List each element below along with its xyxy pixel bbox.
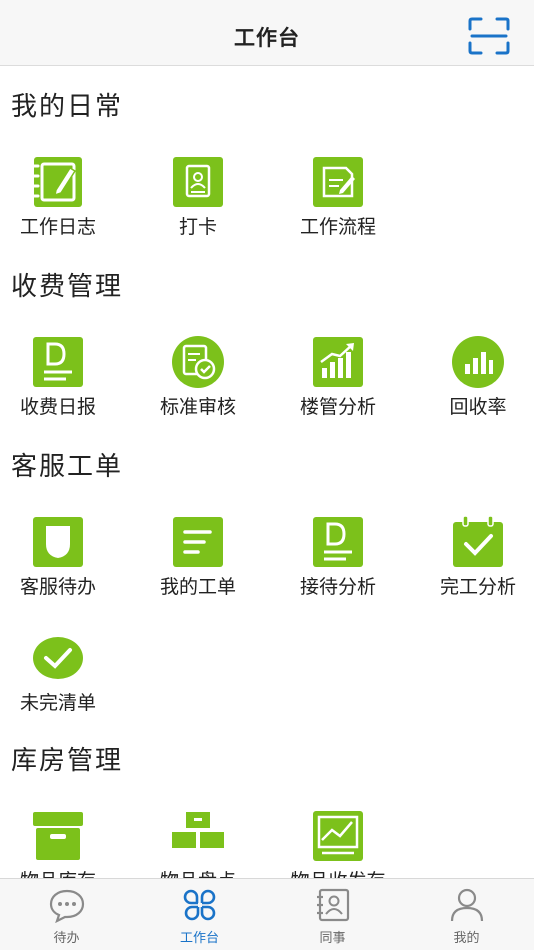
tab-label: 工作台 xyxy=(179,931,219,946)
tile-workflow[interactable]: 工作流程 xyxy=(286,154,386,254)
stacked-boxes-icon xyxy=(172,812,224,848)
tile-reception-analysis[interactable]: 接待分析 xyxy=(286,514,386,614)
tile-label: 客服待办 xyxy=(19,576,96,598)
journal-icon xyxy=(30,157,82,207)
tile-completion-analysis[interactable]: 完工分析 xyxy=(426,514,526,614)
person-icon xyxy=(450,888,484,922)
tile-recovery-rate[interactable]: 回收率 xyxy=(426,334,526,434)
tile-unfinished-list[interactable]: 未完清单 xyxy=(6,630,106,730)
tile-service-todo[interactable]: 客服待办 xyxy=(6,514,106,614)
tile-label: 未完清单 xyxy=(19,692,96,714)
badge-card-icon xyxy=(173,157,223,207)
tile-label: 我的工单 xyxy=(159,576,236,598)
tile-label: 物品收发存 xyxy=(276,866,400,878)
tab-todo[interactable]: 待办 xyxy=(0,879,133,950)
tab-workbench[interactable]: 工作台 xyxy=(133,879,266,950)
tab-label: 同事 xyxy=(319,931,346,946)
section-title-daily: 我的日常 xyxy=(11,92,124,122)
section-title-warehouse: 库房管理 xyxy=(11,746,124,776)
tile-label: 完工分析 xyxy=(439,576,516,598)
calendar-check-icon xyxy=(453,515,503,567)
tile-label: 工作流程 xyxy=(299,216,376,238)
storage-box-icon xyxy=(33,812,83,860)
tile-item-flow[interactable]: 物品收发存 xyxy=(286,808,386,878)
chat-bubble-icon xyxy=(49,889,85,923)
tile-label: 标准审核 xyxy=(159,396,236,418)
section-title-billing: 收费管理 xyxy=(11,272,124,302)
daily-report-icon xyxy=(33,337,83,387)
tile-label: 物品盘点 xyxy=(136,866,260,878)
tile-building-analysis[interactable]: 楼管分析 xyxy=(286,334,386,434)
tile-item-inventory[interactable]: 物品库存 xyxy=(6,808,106,878)
trend-board-icon xyxy=(313,811,363,861)
bar-chart-circle-icon xyxy=(452,336,504,388)
tab-me[interactable]: 我的 xyxy=(400,879,533,950)
contact-card-icon xyxy=(317,888,350,922)
tile-billing-daily[interactable]: 收费日报 xyxy=(6,334,106,434)
tile-label: 物品库存 xyxy=(0,866,120,878)
shield-icon xyxy=(33,517,83,567)
page-title: 工作台 xyxy=(234,26,300,50)
document-d-icon xyxy=(313,517,363,567)
tab-label: 我的 xyxy=(453,931,480,946)
tile-standard-review[interactable]: 标准审核 xyxy=(146,334,246,434)
tile-my-tickets[interactable]: 我的工单 xyxy=(146,514,246,614)
tile-label: 收费日报 xyxy=(19,396,96,418)
bar-chart-up-icon xyxy=(313,337,363,387)
tile-label: 打卡 xyxy=(178,216,217,238)
bottom-tab-bar: 待办 工作台 同事 我的 xyxy=(0,878,534,950)
top-bar: 工作台 xyxy=(0,0,534,66)
tile-label: 回收率 xyxy=(449,396,507,418)
workflow-note-icon xyxy=(313,157,363,207)
workbench-content: 我的日常 工作日志 打卡 工作流程 收费管理 收费日报 标准审核 楼管分析 回收… xyxy=(0,66,534,878)
tile-label: 接待分析 xyxy=(299,576,376,598)
tile-label: 工作日志 xyxy=(19,216,96,238)
grid-clover-icon xyxy=(183,889,216,921)
tile-item-stocktake[interactable]: 物品盘点 xyxy=(146,808,246,878)
tile-label: 楼管分析 xyxy=(299,396,376,418)
check-circle-icon xyxy=(33,637,83,679)
scan-icon[interactable] xyxy=(468,17,510,55)
section-title-service: 客服工单 xyxy=(11,452,124,482)
list-lines-icon xyxy=(173,517,223,567)
tile-work-log[interactable]: 工作日志 xyxy=(6,154,106,254)
review-check-icon xyxy=(172,336,224,388)
tile-clock-in[interactable]: 打卡 xyxy=(146,154,246,254)
tab-colleagues[interactable]: 同事 xyxy=(266,879,399,950)
tab-label: 待办 xyxy=(53,931,80,946)
